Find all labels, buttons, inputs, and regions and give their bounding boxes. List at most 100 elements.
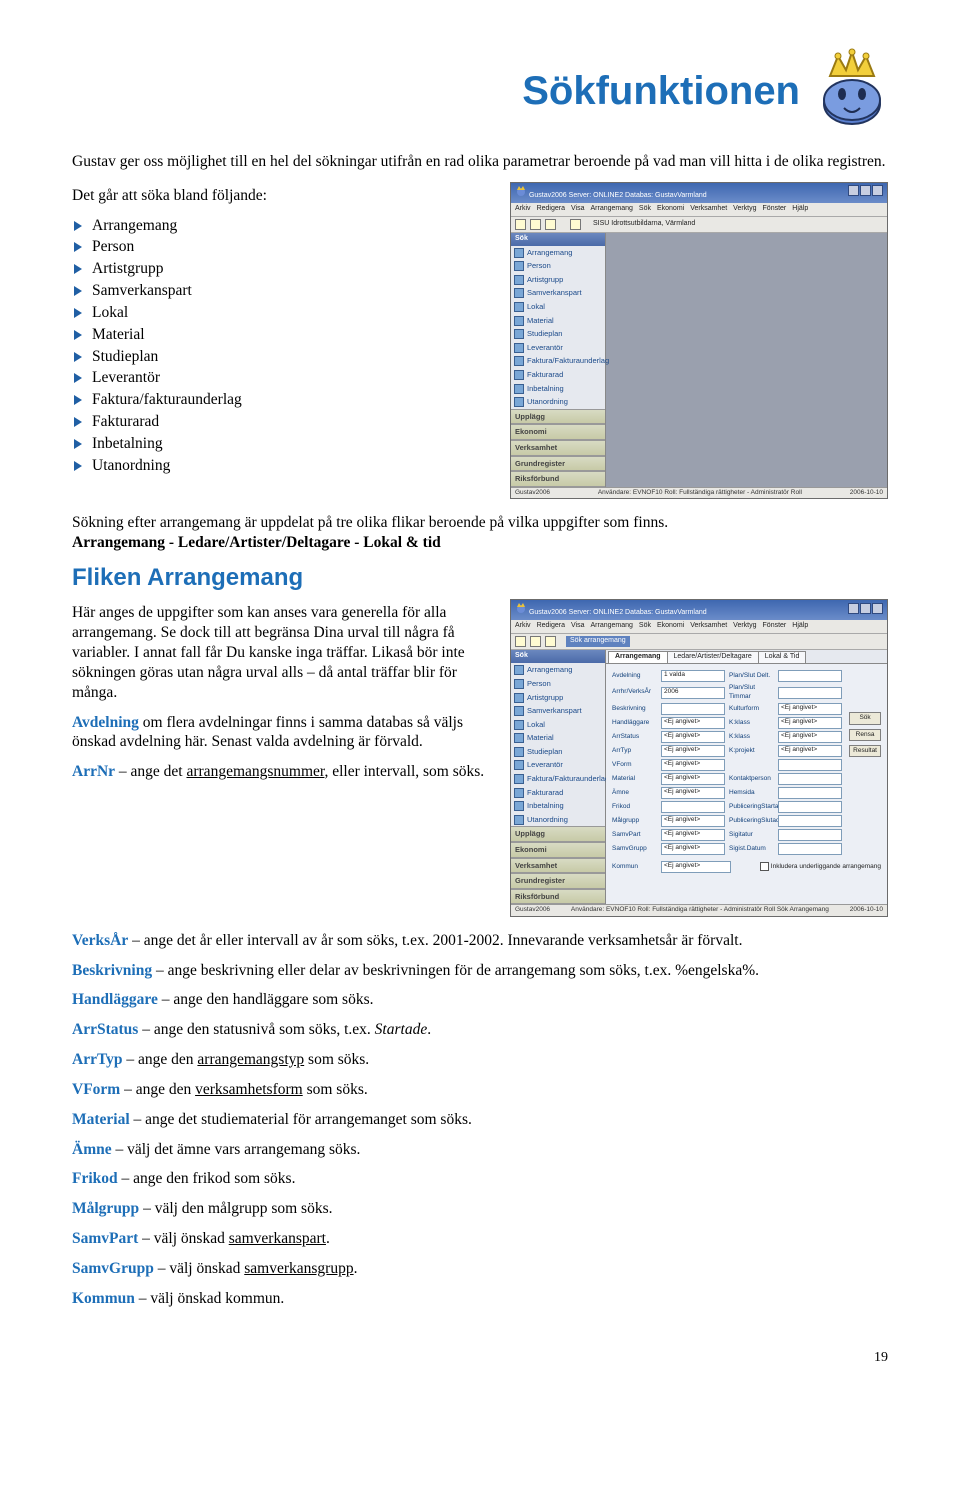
form-label: Ämne xyxy=(612,789,657,797)
form-label: Plan/Slut Delt. xyxy=(729,672,774,680)
form-field xyxy=(778,773,842,785)
field-handlaggare: Handläggare – ange den handläggare som s… xyxy=(72,990,888,1010)
include-sub-checkbox: Inkludera underliggande arrangemang xyxy=(760,862,881,871)
sidebar-item: Leverantör xyxy=(511,341,605,355)
menu-item: Sök xyxy=(639,205,651,214)
sidebar-item: Samverkanspart xyxy=(511,704,605,718)
form-field: <Ej angivet> xyxy=(661,773,725,785)
menu-item: Arkiv xyxy=(515,622,531,631)
form-label: PubliceringStartad xyxy=(729,803,774,811)
sidebar-section: Ekonomi xyxy=(511,424,605,440)
list-item: Arrangemang xyxy=(72,216,492,236)
ss2-menubar: ArkivRedigeraVisaArrangemangSökEkonomiVe… xyxy=(511,620,887,634)
sidebar-item: Artistgrupp xyxy=(511,691,605,705)
screenshot-search-form: Gustav2006 Server: ONLINE2 Databas: Gust… xyxy=(510,599,888,916)
sidebar-header: Sök xyxy=(511,233,605,246)
menu-item: Fönster xyxy=(763,622,787,631)
sidebar-item: Utanordning xyxy=(511,813,605,827)
form-field xyxy=(778,801,842,813)
list-item: Samverkanspart xyxy=(72,281,492,301)
field-arrstatus: ArrStatus – ange den statusnivå som söks… xyxy=(72,1020,888,1040)
window-buttons xyxy=(847,185,883,200)
section-p1: Här anges de uppgifter som kan anses var… xyxy=(72,603,492,702)
menu-item: Sök xyxy=(639,622,651,631)
list-item: Material xyxy=(72,325,492,345)
menu-item: Fönster xyxy=(763,205,787,214)
form-label: Plan/Slut Timmar xyxy=(729,684,774,701)
toolbar-icon xyxy=(515,219,526,230)
form-label: Arrhr/VerksÅr xyxy=(612,688,657,696)
field-arrtyp: ArrTyp – ange den arrangemangstyp som sö… xyxy=(72,1050,888,1070)
sidebar-item: Studieplan xyxy=(511,327,605,341)
list-intro: Det går att söka bland följande: xyxy=(72,186,492,206)
toolbar-icon xyxy=(530,219,541,230)
field-samvpart: SamvPart – välj önskad samverkanspart. xyxy=(72,1229,888,1249)
form-field: <Ej angivet> xyxy=(661,759,725,771)
form-label: PubliceringSlutad xyxy=(729,817,774,825)
form-label: K:klass xyxy=(729,733,774,741)
field-beskrivning: Beskrivning – ange beskrivning eller del… xyxy=(72,961,888,981)
list-item: Studieplan xyxy=(72,347,492,367)
ss2-statusbar: Gustav2006Användare: EVNOF10 Roll: Fulls… xyxy=(511,904,887,915)
form-field: <Ej angivet> xyxy=(778,703,842,715)
app-icon xyxy=(515,602,527,614)
ss1-statusbar: Gustav2006Användare: EVNOF10 Roll: Fulls… xyxy=(511,487,887,498)
sidebar-item: Fakturarad xyxy=(511,368,605,382)
field-kommun: Kommun – välj önskad kommun. xyxy=(72,1289,888,1309)
ss1-titlebar: Gustav2006 Server: ONLINE2 Databas: Gust… xyxy=(511,183,887,203)
ss2-titlebar: Gustav2006 Server: ONLINE2 Databas: Gust… xyxy=(511,600,887,620)
sidebar-item: Lokal xyxy=(511,300,605,314)
list-item: Artistgrupp xyxy=(72,259,492,279)
sidebar-section: Riksförbund xyxy=(511,889,605,905)
form-button: Rensa xyxy=(849,729,881,741)
ss1-menubar: ArkivRedigeraVisaArrangemangSökEkonomiVe… xyxy=(511,203,887,217)
sidebar-item: Arrangemang xyxy=(511,663,605,677)
form-label: Kontaktperson xyxy=(729,775,774,783)
tab: Lokal & Tid xyxy=(758,651,807,663)
menu-item: Hjälp xyxy=(792,205,808,214)
search-types-list: ArrangemangPersonArtistgruppSamverkanspa… xyxy=(72,216,492,476)
sidebar-item: Material xyxy=(511,314,605,328)
menu-item: Redigera xyxy=(537,622,565,631)
list-item: Inbetalning xyxy=(72,434,492,454)
form-label: SamvGrupp xyxy=(612,845,657,853)
sidebar-header: Sök xyxy=(511,650,605,663)
sidebar-item: Faktura/Fakturaunderlag xyxy=(511,354,605,368)
sidebar-item: Inbetalning xyxy=(511,799,605,813)
form-field xyxy=(778,687,842,699)
menu-item: Redigera xyxy=(537,205,565,214)
window-buttons xyxy=(847,603,883,618)
form-label: Målgrupp xyxy=(612,817,657,825)
form-field: <Ej angivet> xyxy=(778,731,842,743)
sidebar-section: Verksamhet xyxy=(511,858,605,874)
form-label: K:klass xyxy=(729,719,774,727)
field-arrnr: ArrNr – ange det arrangemangsnummer, ell… xyxy=(72,762,492,782)
form-field: <Ej angivet> xyxy=(661,815,725,827)
ss1-sidebar: Sök ArrangemangPersonArtistgruppSamverka… xyxy=(511,233,606,487)
app-icon xyxy=(515,185,527,197)
menu-item: Arrangemang xyxy=(590,205,632,214)
sidebar-item: Person xyxy=(511,677,605,691)
field-frikod: Frikod – ange den frikod som söks. xyxy=(72,1169,888,1189)
list-item: Utanordning xyxy=(72,456,492,476)
form-field xyxy=(661,801,725,813)
after-list-paragraph: Sökning efter arrangemang är uppdelat på… xyxy=(72,513,888,553)
list-item: Faktura/fakturaunderlag xyxy=(72,390,492,410)
sidebar-item: Person xyxy=(511,259,605,273)
form-field: <Ej angivet> xyxy=(661,717,725,729)
intro-paragraph: Gustav ger oss möjlighet till en hel del… xyxy=(72,152,888,172)
field-amne: Ämne – välj det ämne vars arrangemang sö… xyxy=(72,1140,888,1160)
form-field: 2006 xyxy=(661,687,725,699)
sidebar-item: Leverantör xyxy=(511,758,605,772)
sidebar-item: Inbetalning xyxy=(511,382,605,396)
menu-item: Ekonomi xyxy=(657,622,684,631)
menu-item: Ekonomi xyxy=(657,205,684,214)
form-label: SamvPart xyxy=(612,831,657,839)
form-label: ArrTyp xyxy=(612,747,657,755)
page-number: 19 xyxy=(72,1349,888,1367)
ss2-tabs: ArrangemangLedare/Artister/DeltagareLoka… xyxy=(606,650,887,664)
sidebar-section: Grundregister xyxy=(511,873,605,889)
field-material: Material – ange det studiematerial för a… xyxy=(72,1110,888,1130)
form-label: K:projekt xyxy=(729,747,774,755)
sidebar-item: Samverkanspart xyxy=(511,286,605,300)
